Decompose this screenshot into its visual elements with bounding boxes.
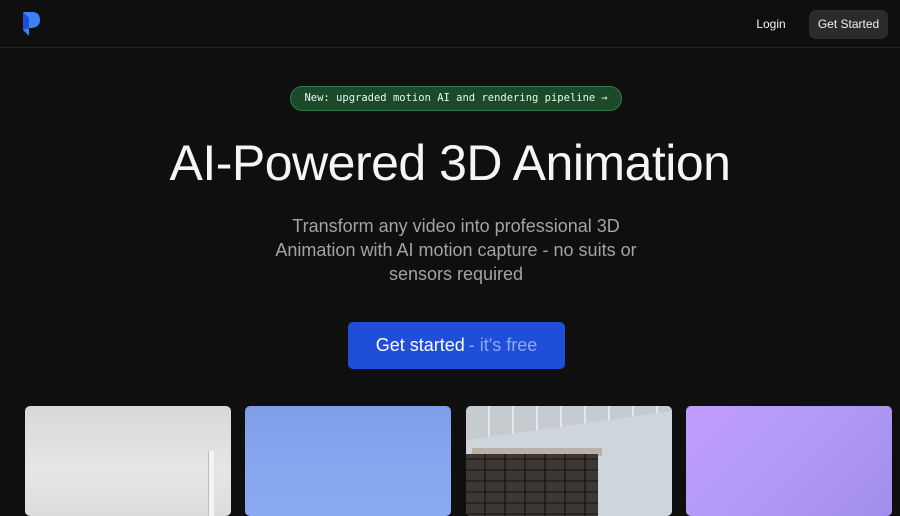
preview-image-2 (245, 406, 451, 516)
brand-logo-icon[interactable] (21, 11, 41, 37)
announcement-text: New: upgraded motion AI and rendering pi… (304, 92, 596, 104)
get-started-nav-button[interactable]: Get Started (809, 10, 888, 39)
preview-image-4 (686, 406, 892, 516)
door-frame-shape (208, 451, 214, 516)
cta-sub-label: - it's free (468, 335, 538, 355)
top-navbar: Login Get Started (0, 0, 900, 48)
hero-title: AI-Powered 3D Animation (169, 135, 731, 191)
preview-image-3 (466, 406, 672, 516)
login-link[interactable]: Login (747, 10, 795, 38)
brick-joints-shape (466, 454, 598, 516)
preview-image-1 (25, 406, 231, 516)
hero-subtitle: Transform any video into professional 3D… (275, 216, 637, 284)
get-started-button[interactable]: Get started - it's free (348, 322, 565, 369)
ceiling-shape (466, 406, 672, 440)
arrow-right-icon: → (601, 92, 608, 104)
announcement-pill[interactable]: New: upgraded motion AI and rendering pi… (290, 86, 622, 111)
cta-main-label: Get started (375, 335, 465, 355)
